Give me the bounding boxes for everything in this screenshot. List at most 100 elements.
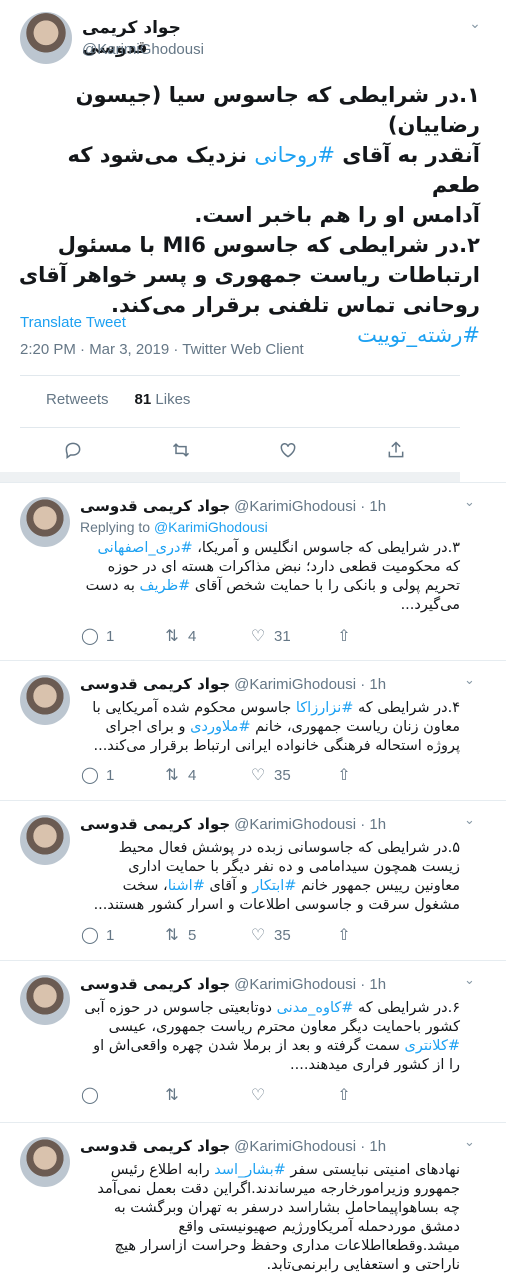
- retweet-icon[interactable]: [168, 440, 194, 464]
- author-handle[interactable]: @KarimiGhodousi · 1h: [234, 1138, 386, 1155]
- retweet-icon: ⇅: [165, 626, 179, 645]
- share-button[interactable]: ⇧: [334, 765, 354, 784]
- retweet-icon: ⇅: [165, 925, 179, 944]
- reply-text: ۳.در شرایطی که جاسوس انگلیس و آمریکا، #د…: [80, 539, 460, 615]
- avatar[interactable]: [20, 675, 70, 725]
- like-icon: ♡: [250, 626, 266, 645]
- share-button[interactable]: ⇧: [334, 925, 354, 944]
- like-icon[interactable]: [275, 440, 301, 464]
- chevron-down-icon[interactable]: ⌄: [464, 973, 475, 988]
- retweet-count: 4: [188, 767, 197, 784]
- author-name[interactable]: جواد کریمی قدوسی: [80, 1137, 230, 1155]
- reply-tweet[interactable]: جواد کریمی قدوسی @KarimiGhodousi · 1h ⌄ ۵…: [0, 800, 506, 960]
- retweet-count: 4: [188, 628, 197, 645]
- reply-actions: ◯ ⇅ ♡ ⇧: [80, 1085, 380, 1105]
- tweet-timestamp[interactable]: 2:20 PM · Mar 3, 2019 · Twitter Web Clie…: [20, 341, 304, 358]
- retweet-button[interactable]: ⇅: [162, 1085, 188, 1104]
- author-handle[interactable]: @KarimiGhodousi · 1h: [234, 498, 386, 515]
- like-button[interactable]: ♡ 35: [248, 765, 291, 784]
- avatar[interactable]: [20, 1137, 70, 1187]
- like-button[interactable]: ♡ 31: [248, 626, 291, 645]
- like-icon: ♡: [250, 925, 266, 944]
- tweet-stats: Retweets 81 Likes: [46, 391, 190, 408]
- chevron-down-icon[interactable]: ⌄: [464, 1135, 475, 1150]
- chevron-down-icon[interactable]: ⌄: [464, 673, 475, 688]
- likes-label[interactable]: Likes: [155, 391, 190, 408]
- reply-actions: ◯ 1 ⇅ 4 ♡ 35 ⇧: [80, 765, 380, 785]
- reply-tweet[interactable]: جواد کریمی قدوسی @KarimiGhodousi · 1h ⌄ ۴…: [0, 660, 506, 800]
- reply-tweet[interactable]: جواد کریمی قدوسی @KarimiGhodousi · 1h ⌄ R…: [0, 482, 506, 660]
- reply-text: ۶.در شرایطی که #کاوه_مدنی دوتابعیتی جاسو…: [80, 999, 460, 1075]
- author-name[interactable]: جواد کریمی قدوسی: [80, 497, 230, 515]
- author-handle[interactable]: @KarimiGhodousi: [82, 41, 204, 58]
- replying-to: Replying to @KarimiGhodousi: [80, 519, 268, 535]
- main-tweet: جواد کریمی قدوسی @KarimiGhodousi ⌄ ۱.در …: [0, 0, 506, 472]
- like-button[interactable]: ♡ 35: [248, 925, 291, 944]
- chevron-down-icon[interactable]: ⌄: [464, 495, 475, 510]
- like-count: 35: [274, 927, 291, 944]
- retweet-button[interactable]: ⇅ 4: [162, 626, 196, 645]
- share-icon: ⇧: [337, 925, 351, 944]
- reply-icon[interactable]: [60, 440, 86, 464]
- tweet-text-segment: رابه اطلاع رئیس جمهورو وزیرامورخارجه میر…: [97, 1162, 460, 1273]
- hashtag-link[interactable]: #بشار_اسد: [214, 1162, 286, 1178]
- reply-button[interactable]: ◯: [80, 1085, 106, 1104]
- retweet-icon: ⇅: [165, 765, 179, 784]
- hashtag-link[interactable]: #کاوه_مدنی: [277, 1000, 354, 1016]
- author-name[interactable]: جواد کریمی قدوسی: [80, 975, 230, 993]
- share-icon: ⇧: [337, 626, 351, 645]
- retweets-label[interactable]: Retweets: [46, 391, 109, 408]
- share-button[interactable]: ⇧: [334, 626, 354, 645]
- reply-header: جواد کریمی قدوسی @KarimiGhodousi · 1h: [80, 497, 386, 515]
- replying-handle-link[interactable]: @KarimiGhodousi: [154, 519, 268, 535]
- tweet-text-segment: ۶.در شرایطی که: [353, 1000, 460, 1016]
- reply-button[interactable]: ◯ 1: [80, 765, 114, 784]
- tweet-text-segment: نهادهای امنیتی نبایستی سفر: [285, 1162, 460, 1178]
- hashtag-link[interactable]: #رشته_توییت: [357, 323, 480, 347]
- author-name[interactable]: جواد کریمی قدوسی: [80, 815, 230, 833]
- hashtag-link[interactable]: #دری_اصفهانی: [97, 540, 192, 556]
- chevron-down-icon[interactable]: ⌄: [464, 16, 486, 32]
- retweet-icon: ⇅: [165, 1085, 179, 1104]
- share-button[interactable]: ⇧: [334, 1085, 354, 1104]
- reply-text: ۵.در شرایطی که جاسوسانی زبده در پوشش فعا…: [80, 839, 460, 915]
- reply-tweet[interactable]: جواد کریمی قدوسی @KarimiGhodousi · 1h ⌄ ۶…: [0, 960, 506, 1122]
- tweet-line: ۱.در شرایطی که جاسوس سیا (جیسون رضاییان): [75, 83, 480, 137]
- reply-button[interactable]: ◯ 1: [80, 626, 114, 645]
- reply-icon: ◯: [81, 1085, 99, 1104]
- like-button[interactable]: ♡: [248, 1085, 274, 1104]
- hashtag-link[interactable]: #روحانی: [254, 143, 335, 167]
- author-handle[interactable]: @KarimiGhodousi · 1h: [234, 976, 386, 993]
- hashtag-link[interactable]: #کلانتری: [405, 1038, 460, 1054]
- translate-tweet-link[interactable]: Translate Tweet: [20, 314, 126, 331]
- avatar[interactable]: [20, 815, 70, 865]
- avatar[interactable]: [20, 497, 70, 547]
- reply-count: 1: [106, 927, 115, 944]
- reply-actions: ◯ 1 ⇅ 5 ♡ 35 ⇧: [80, 925, 380, 945]
- retweet-button[interactable]: ⇅ 4: [162, 765, 196, 784]
- retweet-button[interactable]: ⇅ 5: [162, 925, 196, 944]
- author-handle[interactable]: @KarimiGhodousi · 1h: [234, 676, 386, 693]
- divider: [20, 427, 460, 428]
- likes-count[interactable]: 81: [135, 391, 152, 408]
- avatar[interactable]: [20, 975, 70, 1025]
- tweet-line: ارتباطات ریاست جمهوری و پسر خواهر آقای: [18, 263, 480, 287]
- hashtag-link[interactable]: #اشنا: [168, 878, 205, 894]
- hashtag-link[interactable]: #ملاوردی: [190, 719, 250, 735]
- separator-bar: [0, 472, 460, 482]
- reply-tweet[interactable]: جواد کریمی قدوسی @KarimiGhodousi · 1h ⌄ ن…: [0, 1122, 506, 1280]
- reply-header: جواد کریمی قدوسی @KarimiGhodousi · 1h: [80, 675, 386, 693]
- hashtag-link[interactable]: #ابتکار: [252, 878, 296, 894]
- author-name[interactable]: جواد کریمی قدوسی: [80, 675, 230, 693]
- reply-button[interactable]: ◯ 1: [80, 925, 114, 944]
- author-handle[interactable]: @KarimiGhodousi · 1h: [234, 816, 386, 833]
- tweet-line: ۲.در شرایطی که جاسوس MI6 با مسئول: [57, 233, 480, 257]
- hashtag-link[interactable]: #ظریف: [140, 578, 191, 594]
- share-icon[interactable]: [383, 440, 409, 464]
- chevron-down-icon[interactable]: ⌄: [464, 813, 475, 828]
- reply-text: نهادهای امنیتی نبایستی سفر #بشار_اسد راب…: [80, 1161, 460, 1275]
- hashtag-link[interactable]: #نزارزاکا: [296, 700, 354, 716]
- avatar[interactable]: [20, 12, 72, 64]
- reply-icon: ◯: [81, 626, 99, 645]
- like-icon: ♡: [250, 765, 266, 784]
